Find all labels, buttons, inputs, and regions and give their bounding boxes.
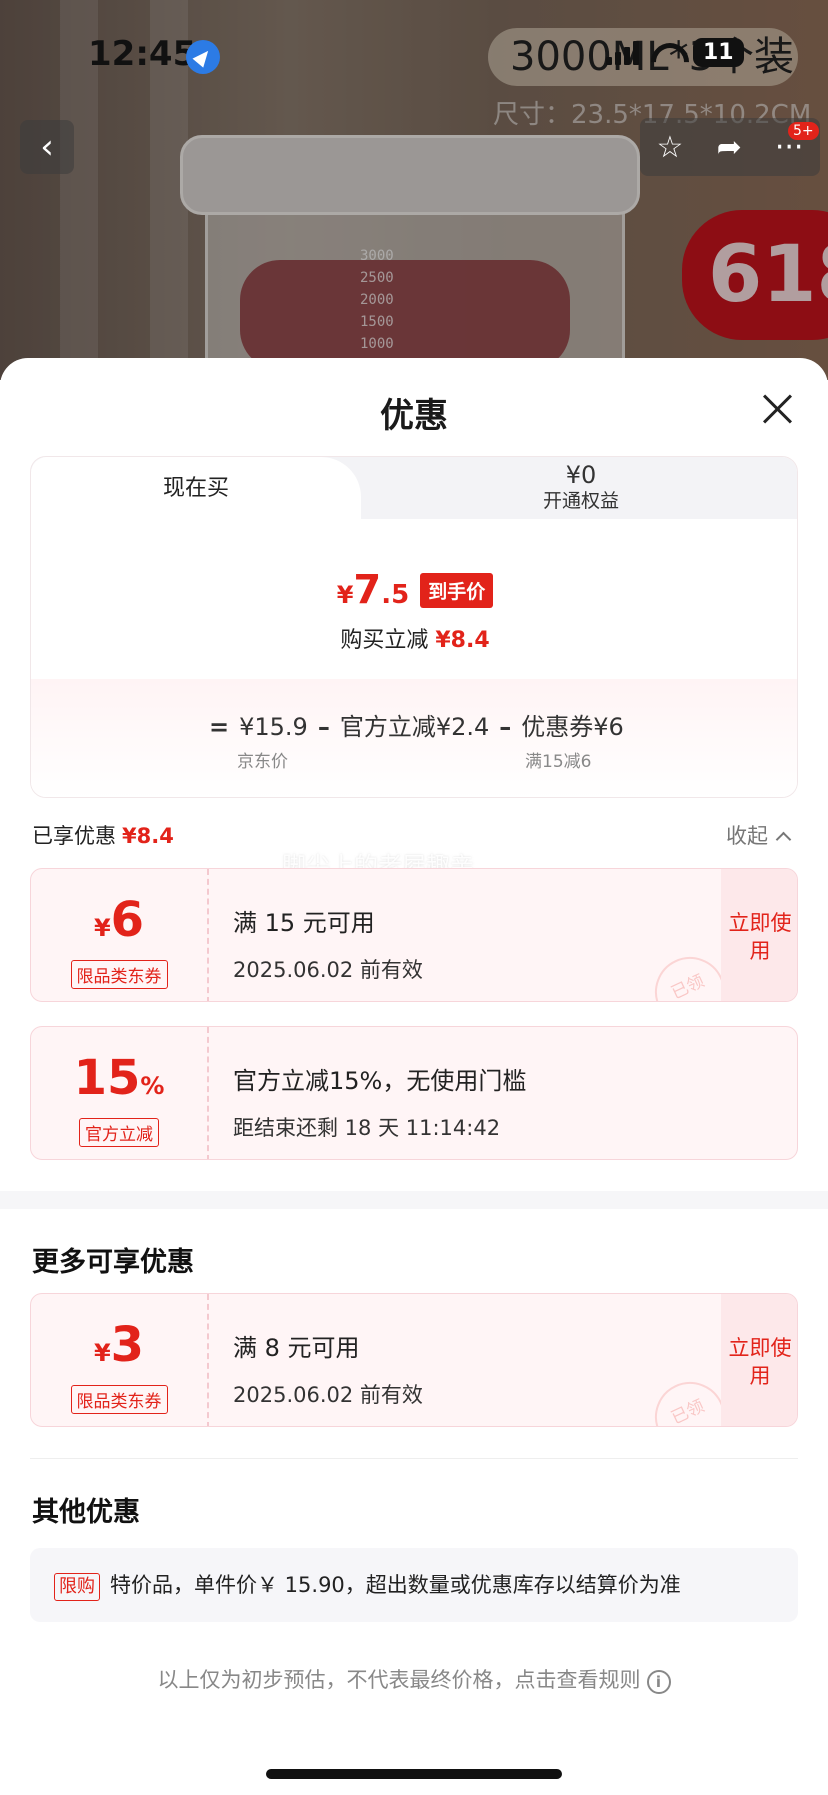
status-icons: 11 — [606, 38, 744, 67]
coupon-value: 15% 官方立减 — [31, 1027, 209, 1159]
official-discount: 官方立减¥2.4 — [339, 713, 490, 741]
other-discount-text: 特价品，单件价￥ 15.90，超出数量或优惠库存以结算价为准 — [110, 1573, 681, 1597]
jd-price-label: 京东价 — [237, 752, 288, 772]
wifi-icon — [649, 41, 683, 65]
tab-open-benefits[interactable]: ¥0 开通权益 — [371, 461, 791, 513]
close-icon[interactable] — [760, 392, 794, 426]
final-price-int: 7 — [353, 567, 382, 613]
coupon-title: 满 8 元可用 — [233, 1334, 360, 1362]
info-icon: i — [646, 1670, 671, 1694]
coupon-value: ¥3 限品类东券 — [31, 1294, 209, 1426]
rules-link[interactable]: 以上仅为初步预估，不代表最终价格，点击查看规则 i — [0, 1664, 828, 1694]
reduce-line: 购买立减 ¥8.4 — [31, 622, 797, 654]
coupon-validity: 2025.06.02 前有效 — [233, 1383, 423, 1407]
coupon-type-tag: 限品类东券 — [70, 1385, 168, 1414]
coupon-type-tag: 官方立减 — [79, 1118, 159, 1147]
formula-line: = ¥15.9– 官方立减¥2.4– 优惠券¥6 — [199, 707, 624, 742]
reduce-value: ¥8.4 — [435, 628, 490, 653]
minus-sign: – — [317, 713, 330, 741]
more-discount-title: 更多可享优惠 — [32, 1247, 194, 1278]
coupon-symbol: % — [140, 1072, 165, 1100]
final-price: ¥7.5 — [336, 567, 410, 613]
share-icon[interactable]: ➦ — [717, 130, 742, 165]
other-discount-item: 限购 特价品，单件价￥ 15.90，超出数量或优惠库存以结算价为准 — [30, 1548, 798, 1622]
equals-sign: = — [209, 713, 230, 741]
coupon-number: 15 — [73, 1050, 141, 1106]
product-image: 3000 2500 2000 1500 1000 618 3000ML*3个装 … — [0, 0, 828, 380]
tab-row: 现在买 ¥0 开通权益 — [31, 457, 797, 521]
back-button[interactable]: ‹ — [20, 120, 74, 174]
battery-icon: 11 — [693, 38, 744, 67]
use-now-button[interactable]: 立即使用 — [721, 869, 797, 1001]
jd-price: ¥15.9 — [239, 713, 308, 741]
coupon-info: 官方立减15%，无使用门槛 距结束还剩 18 天 11:14:42 — [233, 1061, 526, 1142]
other-discount-title: 其他优惠 — [32, 1497, 140, 1528]
discount-sheet: 优惠 现在买 ¥0 开通权益 ¥7.5 到手价 购买立减 ¥8.4 = ¥15.9… — [0, 358, 828, 1795]
reduce-label: 购买立减 — [340, 628, 429, 653]
final-price-row: ¥7.5 到手价 — [31, 567, 797, 613]
chevron-up-icon — [775, 831, 792, 848]
price-breakdown-card: 现在买 ¥0 开通权益 ¥7.5 到手价 购买立减 ¥8.4 = ¥15.9– 官方… — [30, 456, 798, 798]
message-count-badge: 5+ — [788, 122, 819, 140]
coupon-number: 3 — [110, 1317, 145, 1373]
final-price-tag: 到手价 — [420, 572, 494, 608]
tab-open-label: 开通权益 — [542, 490, 619, 512]
section-divider — [0, 1191, 828, 1209]
limit-tag: 限购 — [54, 1573, 100, 1601]
coupon-validity: 2025.06.02 前有效 — [233, 958, 423, 982]
coupon-info: 满 8 元可用 2025.06.02 前有效 — [233, 1328, 423, 1409]
coupon-amount: 15% — [31, 1053, 207, 1114]
collapse-toggle[interactable]: 收起 — [726, 820, 792, 850]
coupon-amount: ¥6 — [31, 895, 207, 956]
coupon-number: 6 — [110, 892, 145, 948]
coupon-discount: 优惠券¥6 — [521, 713, 624, 741]
price-formula: = ¥15.9– 官方立减¥2.4– 优惠券¥6 京东价 满15减6 — [31, 679, 797, 797]
coupon-symbol: ¥ — [93, 1339, 111, 1367]
minus-sign: – — [499, 713, 512, 741]
coupon-amount: ¥3 — [31, 1320, 207, 1381]
coupon-type-tag: 限品类东券 — [70, 960, 168, 989]
enjoyed-value: ¥8.4 — [122, 824, 174, 848]
coupon-value: ¥6 限品类东券 — [31, 869, 209, 1001]
enjoyed-discount: 已享优惠 ¥8.4 — [32, 820, 174, 850]
tab-buy-now[interactable]: 现在买 — [31, 457, 361, 521]
enjoyed-label: 已享优惠 — [32, 824, 116, 848]
final-price-dec: .5 — [381, 580, 410, 610]
currency-symbol: ¥ — [336, 581, 354, 609]
status-time: 12:45 — [88, 34, 197, 74]
tab-open-value: ¥0 — [565, 461, 597, 489]
disclaimer-text: 以上仅为初步预估，不代表最终价格，点击查看规则 — [157, 1668, 641, 1692]
signal-icon — [606, 40, 639, 65]
use-now-button[interactable]: 立即使用 — [721, 1294, 797, 1426]
coupon-info: 满 15 元可用 2025.06.02 前有效 — [233, 903, 423, 984]
coupon-card: ¥3 限品类东券 满 8 元可用 2025.06.02 前有效 已领 立即使用 — [30, 1293, 798, 1427]
collapse-label: 收起 — [726, 824, 768, 848]
star-icon[interactable]: ☆ — [657, 130, 684, 165]
coupon-card: ¥6 限品类东券 满 15 元可用 2025.06.02 前有效 已领 立即使用 — [30, 868, 798, 1002]
location-arrow-icon — [186, 40, 220, 74]
coupon-title: 官方立减15%，无使用门槛 — [233, 1067, 527, 1095]
coupon-countdown: 距结束还剩 18 天 11:14:42 — [233, 1116, 501, 1140]
coupon-symbol: ¥ — [93, 914, 111, 942]
coupon-note: 满15减6 — [525, 752, 592, 772]
coupon-card: 15% 官方立减 官方立减15%，无使用门槛 距结束还剩 18 天 11:14:… — [30, 1026, 798, 1160]
divider-line — [30, 1458, 798, 1459]
coupon-title: 满 15 元可用 — [233, 909, 375, 937]
sheet-title: 优惠 — [380, 396, 448, 436]
home-indicator — [266, 1769, 562, 1779]
